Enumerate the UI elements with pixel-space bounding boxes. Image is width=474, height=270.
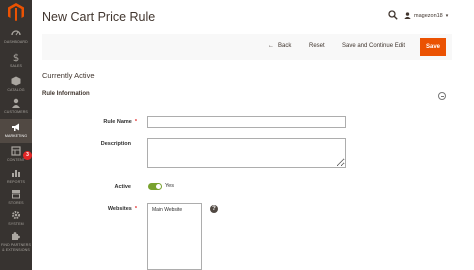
gear-icon xyxy=(12,211,20,219)
back-button[interactable]: ← Back xyxy=(268,43,291,49)
dashboard-icon xyxy=(11,30,21,36)
active-label-text: Active xyxy=(114,184,131,190)
magento-logo-icon[interactable] xyxy=(7,2,25,22)
section-title-rule-information[interactable]: Rule Information xyxy=(42,91,90,97)
notification-badge: 3 xyxy=(23,151,32,160)
back-label: Back xyxy=(278,43,292,49)
status-heading: Currently Active xyxy=(42,71,95,80)
save-and-continue-button[interactable]: Save and Continue Edit xyxy=(342,43,405,49)
required-asterisk: * xyxy=(134,119,137,125)
description-textarea[interactable] xyxy=(147,138,346,168)
account-menu[interactable]: magezon18 ▾ xyxy=(404,12,448,19)
save-button[interactable]: Save xyxy=(420,38,446,56)
page-actions-bar: ← Back Reset Save and Continue Edit Save xyxy=(42,34,452,60)
websites-multiselect[interactable]: Main Website xyxy=(147,203,202,270)
sidebar-item-catalog[interactable]: Catalog xyxy=(0,76,32,100)
description-label: Description xyxy=(57,141,137,147)
websites-label: Websites * xyxy=(57,206,137,212)
chevron-down-icon: ▾ xyxy=(445,12,449,19)
dollar-icon: $ xyxy=(13,53,19,62)
megaphone-icon xyxy=(12,123,19,131)
required-asterisk: * xyxy=(134,206,137,212)
user-icon xyxy=(404,12,411,19)
svg-text:$: $ xyxy=(13,53,19,62)
active-label: Active xyxy=(57,184,137,190)
sidebar-item-label: Find Partners & Extensions xyxy=(1,243,31,252)
admin-sidebar: Dashboard $ Sales Catalog Customers Mark… xyxy=(0,0,32,270)
active-toggle-value: Yes xyxy=(165,183,174,189)
rule-name-label: Rule Name * xyxy=(57,119,137,125)
person-icon xyxy=(12,98,20,108)
puzzle-icon xyxy=(12,232,20,240)
collapse-section-icon[interactable] xyxy=(438,92,446,100)
sidebar-item-label: Sales xyxy=(9,64,23,68)
sidebar-item-label: Marketing xyxy=(4,134,28,138)
sidebar-item-label: System xyxy=(8,222,24,226)
layout-icon xyxy=(11,146,21,156)
sidebar-item-marketing[interactable]: Marketing xyxy=(0,119,32,143)
sidebar-item-label: Stores xyxy=(8,201,24,205)
admin-app: Dashboard $ Sales Catalog Customers Mark… xyxy=(0,0,474,270)
store-icon xyxy=(12,190,20,199)
sidebar-item-sales[interactable]: $ Sales xyxy=(0,52,32,76)
arrow-left-icon: ← xyxy=(268,43,274,49)
sidebar-item-label: Customers xyxy=(4,110,28,114)
websites-label-text: Websites xyxy=(107,206,132,212)
help-icon[interactable]: ? xyxy=(210,205,218,213)
website-option-main[interactable]: Main Website xyxy=(152,207,182,213)
sidebar-item-partners[interactable]: Find Partners & Extensions xyxy=(0,231,32,261)
sidebar-item-label: Catalog xyxy=(7,88,25,92)
cube-icon xyxy=(11,76,21,86)
bar-chart-icon xyxy=(12,170,20,177)
sidebar-item-dashboard[interactable]: Dashboard xyxy=(0,28,32,52)
rule-name-label-text: Rule Name xyxy=(103,119,132,125)
description-label-text: Description xyxy=(100,141,131,147)
search-icon[interactable] xyxy=(388,10,398,20)
account-username: magezon18 xyxy=(414,12,443,19)
sidebar-item-label: Reports xyxy=(6,180,25,184)
rule-name-input[interactable] xyxy=(147,116,346,128)
active-toggle[interactable] xyxy=(148,183,162,190)
sidebar-item-label: Dashboard xyxy=(4,40,28,44)
page-title: New Cart Price Rule xyxy=(42,10,156,24)
reset-button[interactable]: Reset xyxy=(309,43,325,49)
